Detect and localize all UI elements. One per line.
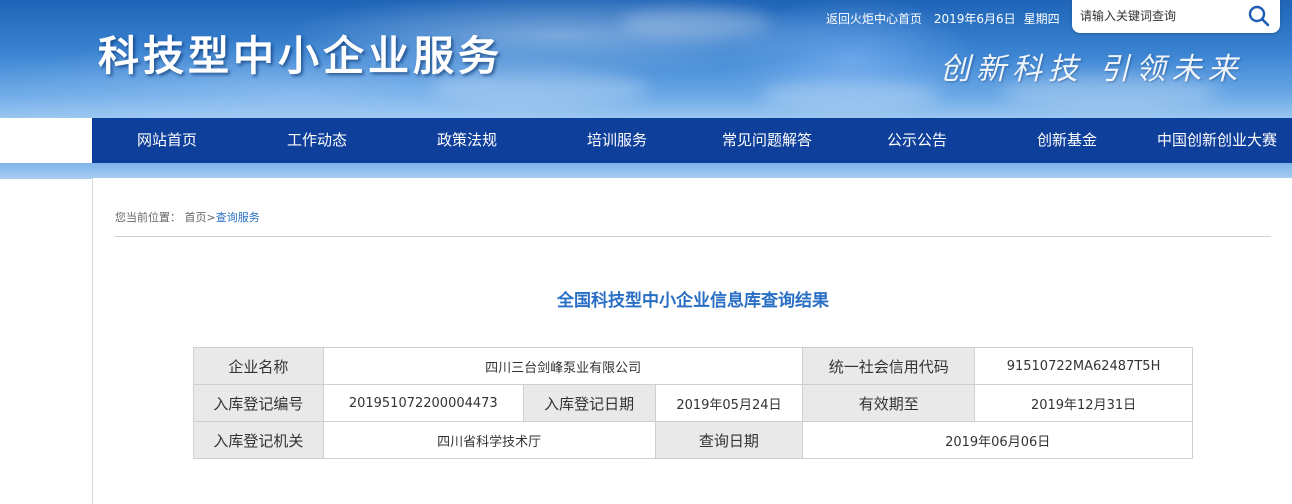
breadcrumb-prefix: 您当前位置： [115,211,181,224]
table-row: 入库登记机关 四川省科学技术厅 查询日期 2019年06月06日 [193,421,1193,459]
nav-item-work-news[interactable]: 工作动态 [242,118,392,163]
label-valid-until: 有效期至 [802,384,976,422]
breadcrumb: 您当前位置： 首页>查询服务 [115,209,260,225]
breadcrumb-home-link[interactable]: 首页 [185,211,207,224]
search-icon[interactable] [1248,5,1270,27]
value-query-date: 2019年06月06日 [802,421,1193,459]
result-table: 企业名称 四川三台剑峰泵业有限公司 统一社会信用代码 91510722MA624… [193,347,1193,459]
search-box [1072,0,1280,33]
nav-item-innovation-contest[interactable]: 中国创新创业大赛 [1142,118,1292,163]
nav-item-faq[interactable]: 常见问题解答 [692,118,842,163]
value-company-name: 四川三台剑峰泵业有限公司 [322,347,804,385]
divider [115,236,1271,237]
main-content: 您当前位置： 首页>查询服务 全国科技型中小企业信息库查询结果 企业名称 四川三… [92,178,1292,504]
label-query-date: 查询日期 [654,421,804,459]
cloud-decoration [620,8,770,38]
value-registration-date: 2019年05月24日 [654,384,804,422]
slogan: 创新科技 引领未来 [940,52,1244,87]
return-home-link[interactable]: 返回火炬中心首页 [826,12,922,26]
table-row: 企业名称 四川三台剑峰泵业有限公司 统一社会信用代码 91510722MA624… [193,347,1193,385]
nav-item-policies[interactable]: 政策法规 [392,118,542,163]
search-input[interactable] [1080,6,1240,26]
value-registration-number: 201951072200004473 [322,384,524,422]
label-credit-code: 统一社会信用代码 [802,347,976,385]
value-credit-code: 91510722MA62487T5H [974,347,1193,385]
nav-item-innovation-fund[interactable]: 创新基金 [992,118,1142,163]
label-registration-number: 入库登记编号 [193,384,324,422]
breadcrumb-separator: > [206,211,216,224]
label-registration-date: 入库登记日期 [522,384,656,422]
label-company-name: 企业名称 [193,347,324,385]
cloud-decoration [760,80,940,110]
site-title: 科技型中小企业服务 [98,32,503,80]
nav-item-training[interactable]: 培训服务 [542,118,692,163]
breadcrumb-current-link[interactable]: 查询服务 [216,211,260,224]
top-links: 返回火炬中心首页 2019年6月6日 星期四 [826,10,1068,27]
nav-item-home[interactable]: 网站首页 [92,118,242,163]
current-date: 2019年6月6日 [933,12,1016,26]
banner-bottom-strip [0,163,1292,179]
nav-item-announcements[interactable]: 公示公告 [842,118,992,163]
page: 科技型中小企业服务 创新科技 引领未来 返回火炬中心首页 2019年6月6日 星期… [0,0,1292,504]
table-row: 入库登记编号 201951072200004473 入库登记日期 2019年05… [193,384,1193,422]
current-weekday: 星期四 [1023,12,1060,26]
header-banner: 科技型中小企业服务 创新科技 引领未来 返回火炬中心首页 2019年6月6日 星期… [0,0,1292,118]
value-registration-authority: 四川省科学技术厅 [322,421,656,459]
result-title: 全国科技型中小企业信息库查询结果 [557,291,829,311]
main-nav: 网站首页 工作动态 政策法规 培训服务 常见问题解答 公示公告 创新基金 中国创… [92,118,1292,165]
label-registration-authority: 入库登记机关 [193,421,324,459]
value-valid-until: 2019年12月31日 [974,384,1193,422]
